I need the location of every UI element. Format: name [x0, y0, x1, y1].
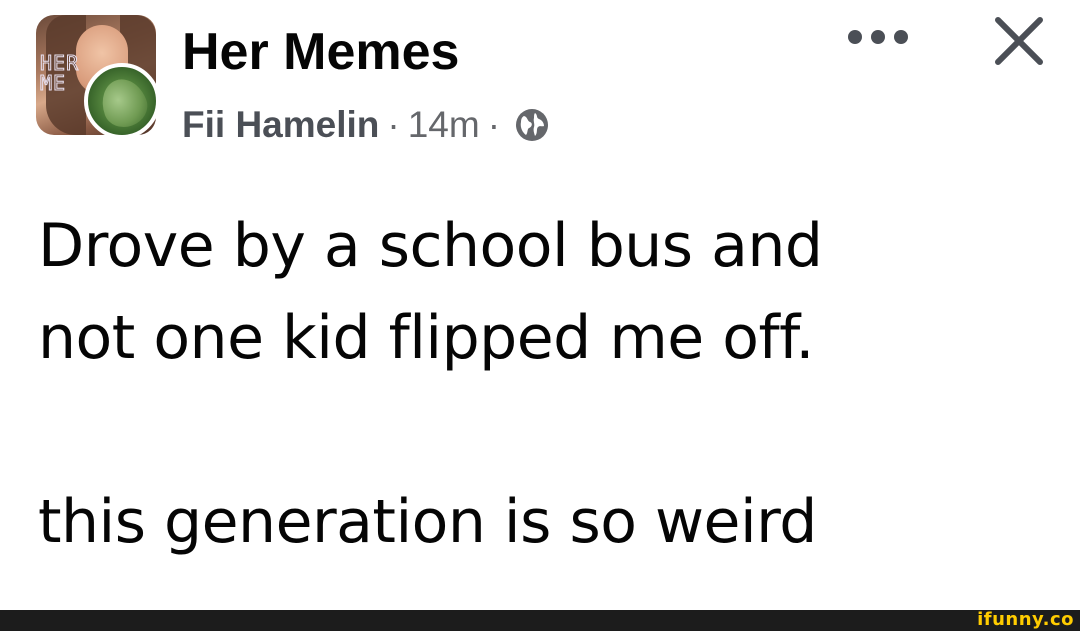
post-timestamp[interactable]: 14m	[408, 104, 480, 146]
post-body: Drove by a school bus and not one kid fl…	[38, 200, 1048, 568]
more-dot	[894, 30, 908, 44]
post-body-line: not one kid flipped me off.	[38, 303, 814, 373]
author-name-link[interactable]: Fii Hamelin	[182, 104, 379, 146]
meta-separator: ·	[487, 104, 501, 145]
globe-icon[interactable]	[514, 107, 550, 143]
watermark-bar: ifunny.co	[0, 609, 1080, 631]
group-name-link[interactable]: Her Memes	[182, 22, 459, 82]
close-icon[interactable]	[990, 12, 1048, 70]
more-options-icon[interactable]	[848, 22, 908, 52]
more-dot	[848, 30, 862, 44]
meta-separator: ·	[387, 104, 400, 145]
post-card: HER ME Her Memes Fii Hamelin · 14m · Dro…	[0, 0, 1080, 610]
more-dot	[871, 30, 885, 44]
post-avatar-stack[interactable]: HER ME	[36, 15, 160, 139]
post-body-line: Drove by a school bus and	[38, 211, 823, 281]
ifunny-watermark: ifunny.co	[977, 609, 1074, 630]
user-avatar[interactable]	[84, 63, 160, 139]
post-body-line: this generation is so weird	[38, 487, 817, 557]
group-logo-text: HER ME	[39, 51, 80, 95]
leaf-image	[95, 72, 153, 134]
post-meta: Fii Hamelin · 14m ·	[182, 100, 550, 150]
